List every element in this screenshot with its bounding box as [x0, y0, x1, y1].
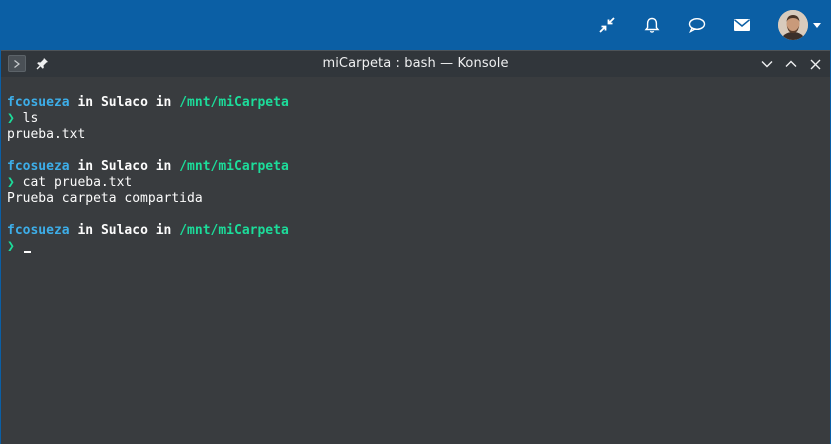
prompt-in: in — [155, 159, 172, 174]
command-line[interactable]: ❯ — [7, 239, 830, 255]
prompt-header: fcosueza in Sulaco in /mnt/miCarpeta — [7, 223, 830, 239]
prompt-path: /mnt/miCarpeta — [179, 95, 289, 110]
envelope-icon[interactable] — [719, 0, 764, 50]
prompt-in: in — [155, 223, 172, 238]
command-text: ls — [22, 111, 39, 126]
prompt-host: Sulaco — [100, 95, 148, 110]
close-button[interactable] — [806, 55, 824, 73]
prompt-host: Sulaco — [100, 223, 148, 238]
prompt-in: in — [77, 95, 94, 110]
prompt-arrow-icon: ❯ — [7, 111, 15, 126]
chat-bubble-icon[interactable] — [674, 0, 719, 50]
top-icons — [584, 0, 821, 50]
window-titlebar[interactable]: miCarpeta : bash — Konsole — [1, 51, 830, 77]
command-line: ❯ cat prueba.txt — [7, 175, 830, 191]
shrink-arrows-icon[interactable] — [584, 0, 629, 50]
prompt-in: in — [155, 95, 172, 110]
top-navigation-bar — [0, 0, 831, 50]
konsole-window: miCarpeta : bash — Konsole fcosueza in S… — [1, 50, 830, 444]
prompt-user: fcosueza — [7, 159, 70, 174]
terminal-view[interactable]: fcosueza in Sulaco in /mnt/miCarpeta ❯ l… — [1, 77, 830, 444]
prompt-user: fcosueza — [7, 223, 70, 238]
chevron-down-icon[interactable] — [813, 22, 821, 28]
chevron-up-icon — [785, 60, 797, 67]
prompt-path: /mnt/miCarpeta — [179, 159, 289, 174]
chevron-down-icon — [761, 61, 773, 68]
avatar[interactable] — [778, 10, 808, 40]
window-title: miCarpeta : bash — Konsole — [322, 56, 509, 71]
prompt-user: fcosueza — [7, 95, 70, 110]
user-menu[interactable] — [778, 10, 821, 40]
close-icon — [810, 59, 820, 69]
command-output: Prueba carpeta compartida — [7, 191, 203, 206]
minimize-button[interactable] — [758, 55, 776, 73]
bell-icon[interactable] — [629, 0, 674, 50]
command-text: cat prueba.txt — [22, 175, 133, 190]
maximize-button[interactable] — [782, 55, 800, 73]
prompt-path: /mnt/miCarpeta — [179, 223, 289, 238]
prompt-in: in — [77, 159, 94, 174]
prompt-host: Sulaco — [100, 159, 148, 174]
titlebar-controls — [752, 55, 824, 73]
command-line: ❯ ls — [7, 111, 830, 127]
prompt-header: fcosueza in Sulaco in /mnt/miCarpeta — [7, 95, 830, 111]
prompt-arrow-icon: ❯ — [7, 175, 15, 190]
text-cursor — [23, 251, 31, 253]
prompt-arrow-icon: ❯ — [7, 239, 15, 254]
prompt-header: fcosueza in Sulaco in /mnt/miCarpeta — [7, 159, 830, 175]
command-output: prueba.txt — [7, 127, 86, 142]
prompt-in: in — [77, 223, 94, 238]
